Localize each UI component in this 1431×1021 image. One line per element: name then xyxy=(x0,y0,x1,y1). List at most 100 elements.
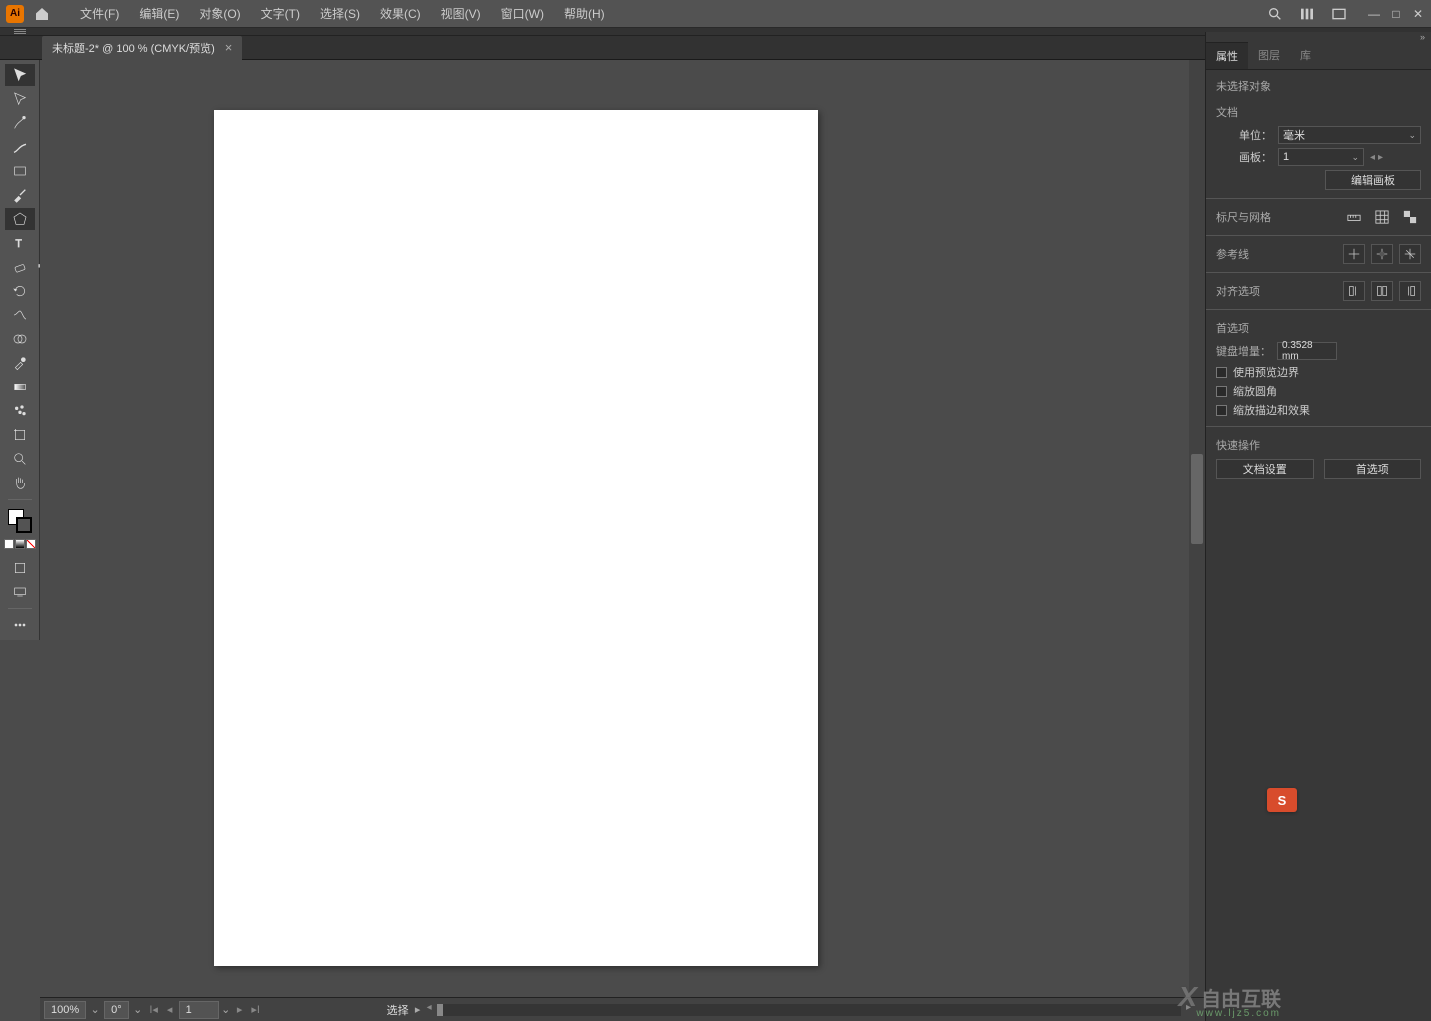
search-icon[interactable] xyxy=(1265,4,1285,24)
color-none-icon[interactable] xyxy=(26,539,36,549)
chk-preview-bounds[interactable]: 使用预览边界 xyxy=(1216,364,1421,380)
guide-show-icon[interactable] xyxy=(1343,244,1365,264)
tool-separator-2 xyxy=(8,608,32,609)
transparency-grid-icon[interactable] xyxy=(1399,207,1421,227)
color-gradient-icon[interactable] xyxy=(15,539,25,549)
next-artboard-icon[interactable]: ▸ xyxy=(233,1003,247,1017)
artboard-tool[interactable] xyxy=(5,424,35,446)
close-tab-icon[interactable]: × xyxy=(225,40,233,55)
minimize-button[interactable]: — xyxy=(1367,7,1381,21)
section-prefs: 首选项 xyxy=(1216,320,1421,336)
guide-lock-icon[interactable] xyxy=(1371,244,1393,264)
rotate-dropdown-icon[interactable]: ⌄ xyxy=(133,1003,143,1016)
stroke-color[interactable] xyxy=(16,517,32,533)
vertical-scrollbar[interactable] xyxy=(1189,60,1205,997)
status-bar: 100% ⌄ 0° ⌄ I◂ ◂ 1 ⌄ ▸ ▸I 选择 ▸ xyxy=(40,997,1205,1021)
kbd-increment-input[interactable]: 0.3528 mm xyxy=(1277,342,1337,360)
last-artboard-icon[interactable]: ▸I xyxy=(249,1003,263,1017)
home-icon[interactable] xyxy=(30,2,54,26)
scrollbar-thumb[interactable] xyxy=(1191,454,1203,544)
menu-help[interactable]: 帮助(H) xyxy=(554,5,615,22)
chk-scale-corners-box[interactable] xyxy=(1216,386,1227,397)
chk-scale-corners[interactable]: 缩放圆角 xyxy=(1216,383,1421,399)
menu-edit[interactable]: 编辑(E) xyxy=(129,5,189,22)
fill-stroke-swatch[interactable] xyxy=(8,509,32,533)
menu-file[interactable]: 文件(F) xyxy=(70,5,129,22)
document-setup-button[interactable]: 文档设置 xyxy=(1216,459,1314,479)
document-tab-title: 未标题-2* @ 100 % (CMYK/预览) xyxy=(52,40,215,56)
width-tool[interactable] xyxy=(5,304,35,326)
horizontal-scrollbar[interactable] xyxy=(437,1004,1181,1016)
menu-effect[interactable]: 效果(C) xyxy=(370,5,431,22)
preferences-button[interactable]: 首选项 xyxy=(1324,459,1422,479)
h-scrollbar-thumb[interactable] xyxy=(437,1004,443,1016)
curvature-tool[interactable] xyxy=(5,136,35,158)
first-artboard-icon[interactable]: I◂ xyxy=(147,1003,161,1017)
rotate-field[interactable]: 0° xyxy=(104,1001,129,1019)
screen-mode-tool[interactable] xyxy=(5,581,35,603)
shape-tool-active[interactable] xyxy=(5,208,35,230)
chk-scale-strokes[interactable]: 缩放描边和效果 xyxy=(1216,402,1421,418)
units-select[interactable]: 毫米⌄ xyxy=(1278,126,1421,144)
units-label: 单位： xyxy=(1216,127,1272,143)
artboard-dropdown-icon[interactable]: ⌄ xyxy=(221,1003,231,1016)
rectangle-tool[interactable] xyxy=(5,160,35,182)
arrange-icon[interactable] xyxy=(1297,4,1317,24)
eyedropper-tool[interactable] xyxy=(5,352,35,374)
tab-layers[interactable]: 图层 xyxy=(1248,42,1290,69)
draw-mode-tool[interactable] xyxy=(5,557,35,579)
smart-guide-icon[interactable] xyxy=(1399,244,1421,264)
chk-scale-strokes-box[interactable] xyxy=(1216,405,1227,416)
menu-bar: Ai 文件(F) 编辑(E) 对象(O) 文字(T) 选择(S) 效果(C) 视… xyxy=(0,0,1431,28)
artboard-number-field[interactable]: 1 xyxy=(179,1001,219,1019)
zoom-field[interactable]: 100% xyxy=(44,1001,86,1019)
menu-view[interactable]: 视图(V) xyxy=(431,5,491,22)
options-handle-icon[interactable] xyxy=(14,29,26,35)
eraser-tool[interactable] xyxy=(5,256,35,278)
artboard[interactable] xyxy=(214,110,818,966)
panel-collapse-icon[interactable]: » xyxy=(1206,32,1431,42)
artboard-prev-icon[interactable]: ◂ xyxy=(1370,152,1375,163)
rotate-tool[interactable] xyxy=(5,280,35,302)
chk-preview-bounds-box[interactable] xyxy=(1216,367,1227,378)
close-window-button[interactable]: ✕ xyxy=(1411,7,1425,21)
edit-toolbar-button[interactable] xyxy=(5,614,35,636)
symbol-sprayer-tool[interactable] xyxy=(5,400,35,422)
pen-tool[interactable] xyxy=(5,112,35,134)
hand-tool[interactable] xyxy=(5,472,35,494)
tab-properties[interactable]: 属性 xyxy=(1206,42,1248,69)
color-mode-row xyxy=(4,539,36,549)
menu-window[interactable]: 窗口(W) xyxy=(491,5,554,22)
status-mode-dropdown-icon[interactable]: ▸ xyxy=(413,1003,423,1016)
direct-selection-tool[interactable] xyxy=(5,88,35,110)
artboard-select[interactable]: 1⌄ xyxy=(1278,148,1364,166)
grid-icon[interactable] xyxy=(1371,207,1393,227)
snap-point-icon[interactable] xyxy=(1371,281,1393,301)
zoom-dropdown-icon[interactable]: ⌄ xyxy=(90,1003,100,1016)
snap-pixel-icon[interactable] xyxy=(1343,281,1365,301)
svg-text:T: T xyxy=(15,238,22,250)
menu-type[interactable]: 文字(T) xyxy=(251,5,310,22)
selection-tool[interactable] xyxy=(5,64,35,86)
shape-builder-tool[interactable] xyxy=(5,328,35,350)
no-selection-label: 未选择对象 xyxy=(1216,78,1421,94)
tab-libraries[interactable]: 库 xyxy=(1290,42,1321,69)
ruler-icon[interactable] xyxy=(1343,207,1365,227)
color-solid-icon[interactable] xyxy=(4,539,14,549)
artboard-next-icon[interactable]: ▸ xyxy=(1378,152,1383,163)
prev-artboard-icon[interactable]: ◂ xyxy=(163,1003,177,1017)
edit-artboards-button[interactable]: 编辑画板 xyxy=(1325,170,1421,190)
paintbrush-tool[interactable] xyxy=(5,184,35,206)
panel-tabs: 属性 图层 库 xyxy=(1206,42,1431,70)
menu-object[interactable]: 对象(O) xyxy=(189,5,250,22)
ime-indicator[interactable]: S xyxy=(1267,788,1297,812)
snap-grid-icon[interactable] xyxy=(1399,281,1421,301)
type-tool[interactable]: T xyxy=(5,232,35,254)
menu-select[interactable]: 选择(S) xyxy=(310,5,370,22)
document-tab[interactable]: 未标题-2* @ 100 % (CMYK/预览) × xyxy=(42,36,242,60)
gradient-tool[interactable] xyxy=(5,376,35,398)
workspace-icon[interactable] xyxy=(1329,4,1349,24)
maximize-button[interactable]: □ xyxy=(1389,7,1403,21)
canvas-area[interactable] xyxy=(40,60,1205,997)
zoom-tool[interactable] xyxy=(5,448,35,470)
